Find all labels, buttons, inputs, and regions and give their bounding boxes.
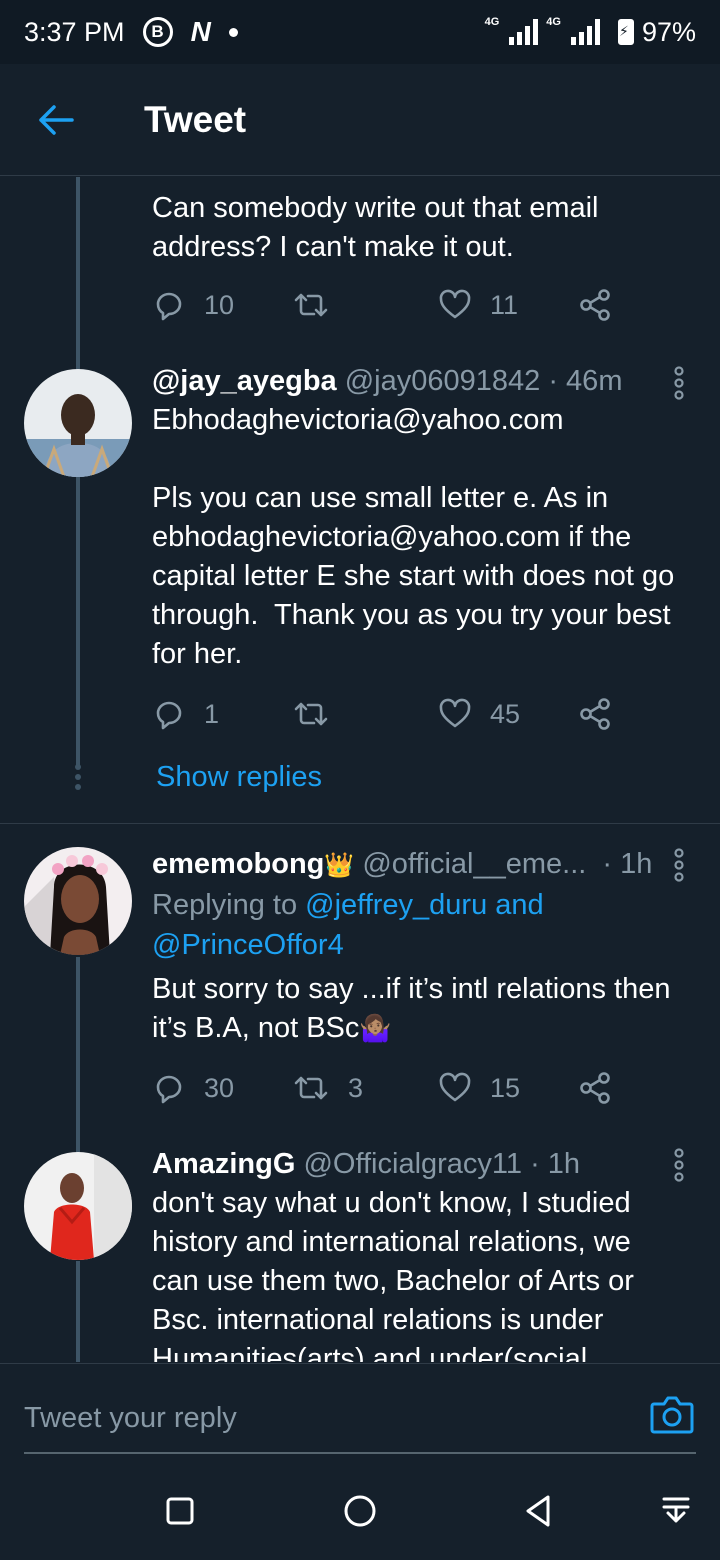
tweet-header: @jay_ayegba @jay06091842 · 46m xyxy=(152,361,672,401)
tweet-text: But sorry to say ...if it’s intl relatio… xyxy=(152,973,679,1044)
tweet-time: · 1h xyxy=(530,1148,581,1180)
tweet-actions: 30 3 15 xyxy=(152,1063,632,1113)
more-options-icon[interactable] xyxy=(664,845,694,885)
network-type-2: 4G xyxy=(546,15,561,28)
notification-panel-icon[interactable] xyxy=(656,1491,696,1531)
network-type-1: 4G xyxy=(484,15,500,28)
user-handle: @jay06091842 xyxy=(344,365,541,397)
user-handle: @Officialgracy11 xyxy=(303,1148,523,1180)
retweet-button[interactable]: 3 xyxy=(292,1063,363,1113)
reply-icon xyxy=(156,292,182,321)
arrow-left-icon xyxy=(39,104,74,135)
reply-count: 10 xyxy=(204,289,235,320)
retweet-count: 3 xyxy=(348,1072,364,1103)
tweet-text: Ebhodaghevictoria@yahoo.com Pls you can … xyxy=(152,404,675,670)
user-name[interactable]: ememobong xyxy=(152,848,324,880)
status-time: 3:37 PM xyxy=(24,16,125,47)
shrug-emoji: 🤷🏽‍♀️ xyxy=(359,1013,392,1043)
signal-icon-1 xyxy=(509,19,539,45)
user-name[interactable]: AmazingG xyxy=(152,1148,295,1180)
reply-icon xyxy=(156,1075,182,1104)
user-handle: @official__eme... xyxy=(362,848,587,880)
like-button[interactable]: 11 xyxy=(438,280,518,330)
avatar[interactable] xyxy=(24,1152,132,1260)
replying-to-label: Replying to xyxy=(152,889,306,921)
battery-charging-icon xyxy=(617,19,634,45)
tweet-header: ememobong👑 @official__eme... · 1h xyxy=(152,844,672,886)
tweet-time: · 46m xyxy=(548,365,623,397)
heart-icon xyxy=(439,1072,471,1102)
like-count: 11 xyxy=(490,289,519,320)
share-button[interactable] xyxy=(578,1063,612,1113)
status-bar: 3:37 PM B N 4G 4G 97% xyxy=(0,0,720,64)
reply-button[interactable]: 10 xyxy=(152,280,234,330)
thread-line xyxy=(76,1261,80,1362)
n-app-notification-icon: N xyxy=(190,16,211,47)
camera-icon[interactable] xyxy=(650,1394,694,1434)
like-count: 15 xyxy=(490,1072,521,1103)
more-notifications-dot-icon xyxy=(228,27,238,37)
battery-level: 97% xyxy=(641,16,696,47)
app-bar: Tweet xyxy=(0,64,720,176)
divider xyxy=(0,823,720,824)
tweet-actions: 10 11 xyxy=(152,280,632,330)
more-options-icon[interactable] xyxy=(664,363,694,403)
avatar[interactable] xyxy=(24,847,132,955)
reply-count: 1 xyxy=(204,698,220,729)
tweet-text: Can somebody write out that email addres… xyxy=(152,192,607,263)
share-icon xyxy=(580,698,610,730)
back-nav-icon[interactable] xyxy=(518,1491,558,1531)
reply-input-underline xyxy=(24,1452,696,1454)
retweet-button[interactable] xyxy=(292,689,348,739)
tweet-text: don't say what u don't know, I studied h… xyxy=(152,1187,643,1362)
home-icon[interactable] xyxy=(340,1491,380,1531)
tweet-time: · 1h xyxy=(602,848,653,880)
reply-icon xyxy=(156,701,182,730)
b-app-notification-icon: B xyxy=(142,17,173,47)
thread-line xyxy=(76,957,80,1157)
like-button[interactable]: 45 xyxy=(438,689,520,739)
show-replies-link[interactable]: Show replies xyxy=(156,757,322,797)
tweet-actions: 1 45 xyxy=(152,689,632,739)
page-title: Tweet xyxy=(144,98,247,140)
share-icon xyxy=(580,289,610,321)
retweet-button[interactable] xyxy=(292,280,348,330)
avatar[interactable] xyxy=(24,369,132,477)
recent-apps-icon[interactable] xyxy=(160,1491,200,1531)
tweet-thread: Can somebody write out that email addres… xyxy=(0,177,720,1362)
system-nav-bar xyxy=(0,1463,720,1560)
retweet-icon xyxy=(294,293,328,317)
user-name[interactable]: @jay_ayegba xyxy=(152,365,337,397)
reply-button[interactable]: 1 xyxy=(152,689,219,739)
like-count: 45 xyxy=(490,698,521,729)
retweet-icon xyxy=(294,702,328,726)
reply-button[interactable]: 30 xyxy=(152,1063,234,1113)
more-options-icon[interactable] xyxy=(664,1145,694,1185)
signal-icon-2 xyxy=(570,19,600,45)
like-button[interactable]: 15 xyxy=(438,1063,520,1113)
back-button[interactable] xyxy=(0,64,112,176)
tweet-header: AmazingG @Officialgracy11 · 1h xyxy=(152,1144,672,1184)
vertical-dots-icon xyxy=(75,764,81,790)
crown-emoji: 👑 xyxy=(324,852,355,879)
reply-input[interactable]: Tweet your reply xyxy=(24,1386,624,1450)
reply-count: 30 xyxy=(204,1072,235,1103)
reply-bar: Tweet your reply xyxy=(0,1363,720,1463)
heart-icon xyxy=(439,698,471,728)
share-icon xyxy=(580,1072,610,1104)
share-button[interactable] xyxy=(578,280,612,330)
retweet-icon xyxy=(294,1076,328,1100)
share-button[interactable] xyxy=(578,689,612,739)
heart-icon xyxy=(439,289,471,319)
replying-to: Replying to @jeffrey_duru and @PrinceOff… xyxy=(152,885,592,965)
